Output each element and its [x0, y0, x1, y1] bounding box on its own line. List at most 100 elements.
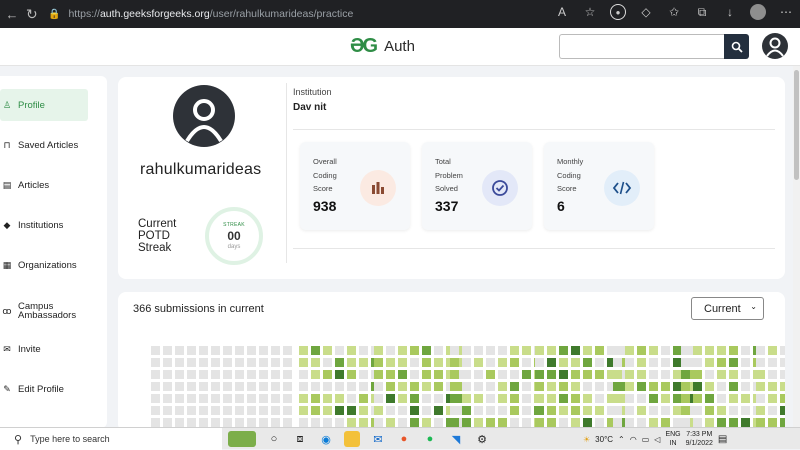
heatmap-cell[interactable]: [661, 370, 670, 379]
heatmap-cell[interactable]: [450, 358, 459, 367]
heatmap-cell[interactable]: [299, 394, 308, 403]
heatmap-cell[interactable]: [410, 346, 419, 355]
heatmap-cell[interactable]: [474, 346, 483, 355]
heatmap-cell[interactable]: [359, 394, 368, 403]
heatmap-cell[interactable]: [151, 346, 160, 355]
heatmap-cell[interactable]: [673, 346, 682, 355]
heatmap-cell[interactable]: [535, 418, 544, 427]
heatmap-cell[interactable]: [386, 358, 395, 367]
heatmap-cell[interactable]: [374, 382, 383, 391]
heatmap-cell[interactable]: [768, 382, 777, 391]
browser-profile-icon[interactable]: [750, 4, 766, 20]
heatmap-cell[interactable]: [693, 406, 702, 415]
news-widget-icon[interactable]: [228, 431, 256, 447]
sidebar-item-saved-articles[interactable]: ⊓ Saved Articles: [0, 129, 88, 161]
heatmap-cell[interactable]: [780, 370, 785, 379]
heatmap-cell[interactable]: [681, 406, 690, 415]
mail-icon[interactable]: ✉: [370, 431, 386, 447]
heatmap-cell[interactable]: [681, 370, 690, 379]
heatmap-cell[interactable]: [223, 358, 232, 367]
heatmap-cell[interactable]: [211, 370, 220, 379]
heatmap-cell[interactable]: [756, 406, 765, 415]
heatmap-cell[interactable]: [661, 394, 670, 403]
heatmap-cell[interactable]: [474, 418, 483, 427]
heatmap-cell[interactable]: [510, 394, 519, 403]
heatmap-cell[interactable]: [693, 370, 702, 379]
heatmap-cell[interactable]: [259, 382, 268, 391]
heatmap-cell[interactable]: [649, 370, 658, 379]
heatmap-cell[interactable]: [450, 382, 459, 391]
heatmap-cell[interactable]: [649, 382, 658, 391]
heatmap-cell[interactable]: [673, 370, 682, 379]
volume-icon[interactable]: ◁: [654, 435, 660, 444]
heatmap-cell[interactable]: [729, 418, 738, 427]
heatmap-cell[interactable]: [681, 394, 690, 403]
heatmap-cell[interactable]: [522, 394, 531, 403]
heatmap-cell[interactable]: [271, 346, 280, 355]
heatmap-cell[interactable]: [163, 418, 172, 427]
heatmap-cell[interactable]: [595, 406, 604, 415]
heatmap-cell[interactable]: [498, 370, 507, 379]
heatmap-cell[interactable]: [283, 346, 292, 355]
heatmap-cell[interactable]: [637, 406, 646, 415]
heatmap-cell[interactable]: [741, 358, 750, 367]
heatmap-cell[interactable]: [547, 346, 556, 355]
heatmap-cell[interactable]: [462, 346, 471, 355]
heatmap-cell[interactable]: [756, 370, 765, 379]
heatmap-cell[interactable]: [259, 358, 268, 367]
heatmap-cell[interactable]: [637, 418, 646, 427]
heatmap-cell[interactable]: [259, 346, 268, 355]
collections-icon[interactable]: ⧉: [694, 4, 710, 20]
user-avatar[interactable]: [762, 33, 788, 59]
heatmap-cell[interactable]: [247, 358, 256, 367]
firefox-icon[interactable]: ●: [396, 431, 412, 447]
heatmap-cell[interactable]: [223, 382, 232, 391]
heatmap-cell[interactable]: [661, 418, 670, 427]
heatmap-cell[interactable]: [498, 358, 507, 367]
heatmap-cell[interactable]: [510, 418, 519, 427]
heatmap-cell[interactable]: [486, 406, 495, 415]
heatmap-cell[interactable]: [175, 346, 184, 355]
heatmap-cell[interactable]: [235, 418, 244, 427]
heatmap-cell[interactable]: [780, 394, 785, 403]
heatmap-cell[interactable]: [247, 394, 256, 403]
page-scrollbar[interactable]: [793, 66, 800, 428]
heatmap-cell[interactable]: [625, 346, 634, 355]
tray-chevron-icon[interactable]: ⌃: [618, 435, 625, 444]
heatmap-cell[interactable]: [595, 418, 604, 427]
heatmap-cell[interactable]: [323, 406, 332, 415]
spotify-icon[interactable]: ●: [422, 431, 438, 447]
sidebar-item-institutions[interactable]: ◆ Institutions: [0, 209, 88, 241]
heatmap-cell[interactable]: [410, 358, 419, 367]
heatmap-cell[interactable]: [187, 406, 196, 415]
heatmap-cell[interactable]: [486, 358, 495, 367]
heatmap-cell[interactable]: [223, 394, 232, 403]
heatmap-cell[interactable]: [434, 418, 443, 427]
heatmap-cell[interactable]: [681, 346, 690, 355]
heatmap-cell[interactable]: [223, 370, 232, 379]
heatmap-cell[interactable]: [323, 394, 332, 403]
heatmap-cell[interactable]: [323, 346, 332, 355]
heatmap-cell[interactable]: [547, 418, 556, 427]
heatmap-cell[interactable]: [450, 394, 459, 403]
heatmap-cell[interactable]: [613, 382, 622, 391]
heatmap-cell[interactable]: [235, 358, 244, 367]
heatmap-cell[interactable]: [559, 382, 568, 391]
heatmap-cell[interactable]: [175, 418, 184, 427]
heatmap-cell[interactable]: [462, 370, 471, 379]
heatmap-cell[interactable]: [422, 394, 431, 403]
heatmap-cell[interactable]: [211, 346, 220, 355]
read-aloud-icon[interactable]: A: [554, 4, 570, 20]
heatmap-cell[interactable]: [311, 394, 320, 403]
heatmap-cell[interactable]: [271, 358, 280, 367]
heatmap-cell[interactable]: [259, 394, 268, 403]
heatmap-cell[interactable]: [359, 358, 368, 367]
heatmap-cell[interactable]: [398, 358, 407, 367]
heatmap-cell[interactable]: [595, 346, 604, 355]
heatmap-cell[interactable]: [347, 382, 356, 391]
heatmap-cell[interactable]: [199, 394, 208, 403]
heatmap-cell[interactable]: [211, 418, 220, 427]
heatmap-cell[interactable]: [637, 358, 646, 367]
heatmap-cell[interactable]: [311, 418, 320, 427]
heatmap-cell[interactable]: [583, 346, 592, 355]
